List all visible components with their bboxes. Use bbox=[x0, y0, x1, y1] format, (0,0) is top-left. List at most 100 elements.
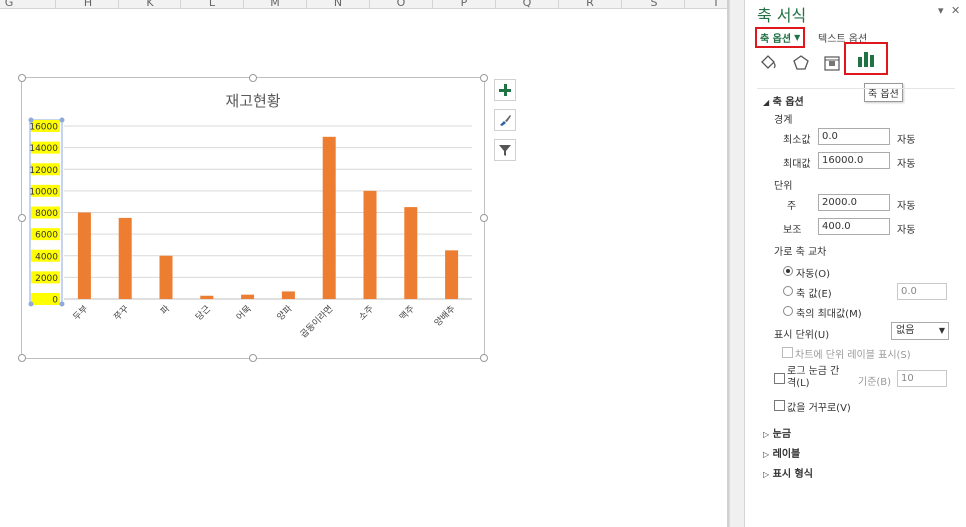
reverse-checkbox[interactable] bbox=[774, 400, 785, 411]
resize-handle[interactable] bbox=[480, 74, 488, 82]
col-divider bbox=[180, 0, 181, 8]
radio-axis-value[interactable] bbox=[783, 286, 793, 296]
section-number-format[interactable]: ▷ 표시 형식 bbox=[763, 465, 813, 480]
display-units-value: 없음 bbox=[896, 325, 915, 336]
radio-axis-max-label[interactable]: 축의 최대값(M) bbox=[796, 305, 862, 320]
col-n[interactable]: N bbox=[308, 0, 368, 8]
y-tick-label: 6000 bbox=[35, 231, 58, 241]
col-divider bbox=[369, 0, 370, 8]
display-units-select[interactable]: 없음 ▼ bbox=[891, 322, 949, 340]
max-auto[interactable]: 자동 bbox=[897, 155, 915, 170]
chart-styles-button[interactable] bbox=[494, 109, 516, 131]
fill-line-tab[interactable] bbox=[757, 52, 779, 74]
bar bbox=[118, 217, 132, 299]
col-divider bbox=[55, 0, 56, 8]
filter-icon bbox=[499, 145, 511, 156]
col-divider bbox=[621, 0, 622, 8]
expand-triangle-icon: ▷ bbox=[763, 470, 770, 479]
resize-handle[interactable] bbox=[480, 214, 488, 222]
section-tick-marks[interactable]: ▷ 눈금 bbox=[763, 425, 791, 440]
minor-input[interactable]: 400.0 bbox=[818, 218, 890, 235]
paint-bucket-icon bbox=[761, 55, 776, 69]
radio-auto[interactable] bbox=[783, 266, 793, 276]
chart-area[interactable]: 재고현황 0 2000 4000 6000 8000 10000 12000 14000 160… bbox=[18, 74, 488, 362]
reverse-label[interactable]: 값을 거꾸로(V) bbox=[787, 399, 851, 414]
min-input[interactable]: 0.0 bbox=[818, 128, 890, 145]
radio-axis-max[interactable] bbox=[783, 306, 793, 316]
pane-options-icon[interactable]: ▾ bbox=[938, 4, 944, 17]
min-auto[interactable]: 자동 bbox=[897, 131, 915, 146]
bar bbox=[281, 291, 295, 299]
col-q[interactable]: Q bbox=[497, 0, 557, 8]
log-base-input[interactable]: 10 bbox=[897, 370, 947, 387]
axis-selection-handle bbox=[28, 301, 34, 307]
divider bbox=[757, 88, 955, 89]
bar bbox=[445, 250, 459, 299]
major-auto[interactable]: 자동 bbox=[897, 197, 915, 212]
resize-handle[interactable] bbox=[480, 354, 488, 362]
y-tick-label: 16000 bbox=[29, 123, 58, 133]
col-g[interactable]: G bbox=[0, 0, 39, 8]
x-tick-label: 쭈꾸 bbox=[112, 303, 131, 322]
y-tick-label: 14000 bbox=[29, 144, 58, 154]
tab-axis-options[interactable]: 축 옵션 ▼ bbox=[755, 27, 806, 48]
size-properties-tab[interactable] bbox=[821, 52, 843, 74]
bar bbox=[200, 295, 214, 299]
log-scale-checkbox[interactable] bbox=[774, 373, 785, 384]
axis-value-input[interactable]: 0.0 bbox=[897, 283, 947, 300]
brush-icon bbox=[500, 115, 511, 126]
col-h[interactable]: H bbox=[58, 0, 118, 8]
section-labels[interactable]: ▷ 레이블 bbox=[763, 445, 800, 460]
col-divider bbox=[495, 0, 496, 8]
resize-handle[interactable] bbox=[249, 354, 257, 362]
chart-filters-button[interactable] bbox=[494, 139, 516, 161]
close-icon[interactable]: ✕ bbox=[951, 4, 960, 17]
minor-label: 보조 bbox=[783, 225, 802, 236]
x-tick-label: 소주 bbox=[357, 303, 376, 322]
col-o[interactable]: O bbox=[371, 0, 431, 8]
show-units-label-checkbox[interactable] bbox=[782, 347, 793, 358]
expand-triangle-icon: ▷ bbox=[763, 430, 770, 439]
max-label: 최대값 bbox=[783, 159, 811, 170]
radio-axis-value-label[interactable]: 축 값(E) bbox=[796, 285, 832, 300]
section-axis-options[interactable]: ◢ 축 옵션 bbox=[763, 93, 804, 108]
max-input[interactable]: 16000.0 bbox=[818, 152, 890, 169]
minor-auto[interactable]: 자동 bbox=[897, 221, 915, 236]
min-label: 최소값 bbox=[783, 135, 811, 146]
resize-handle[interactable] bbox=[18, 74, 26, 82]
section-labels-label: 레이블 bbox=[772, 449, 801, 460]
col-m[interactable]: M bbox=[245, 0, 305, 8]
chart-elements-button[interactable] bbox=[494, 79, 516, 101]
col-r[interactable]: R bbox=[560, 0, 620, 8]
resize-handle[interactable] bbox=[249, 74, 257, 82]
col-p[interactable]: P bbox=[434, 0, 494, 8]
display-units-label: 표시 단위(U) bbox=[774, 330, 830, 341]
chevron-down-icon: ▼ bbox=[794, 33, 801, 42]
vertical-scrollbar[interactable] bbox=[729, 0, 744, 527]
resize-handle[interactable] bbox=[18, 354, 26, 362]
show-units-label-text[interactable]: 차트에 단위 레이블 표시(S) bbox=[795, 346, 911, 361]
y-tick-label: 12000 bbox=[29, 166, 58, 176]
bar bbox=[241, 294, 255, 299]
col-s[interactable]: S bbox=[624, 0, 684, 8]
axis-selection-handle bbox=[59, 117, 65, 123]
log-scale-label[interactable]: 로그 눈금 간격(L) bbox=[787, 366, 845, 390]
section-axis-options-label: 축 옵션 bbox=[772, 97, 804, 108]
bar bbox=[322, 136, 336, 299]
col-k[interactable]: K bbox=[120, 0, 180, 8]
column-header-bar: G H K L M N O P Q R S T bbox=[0, 0, 729, 9]
resize-handle[interactable] bbox=[18, 214, 26, 222]
column-chart[interactable]: 0 2000 4000 6000 8000 10000 12000 14000 16000 두부 쭈… bbox=[22, 78, 484, 358]
plus-icon bbox=[499, 84, 511, 96]
radio-auto-label[interactable]: 자동(O) bbox=[796, 265, 830, 280]
effects-tab[interactable] bbox=[790, 52, 812, 74]
bar bbox=[77, 212, 91, 299]
axis-options-tab[interactable] bbox=[844, 42, 888, 75]
col-divider bbox=[684, 0, 685, 8]
col-t[interactable]: T bbox=[686, 0, 729, 8]
y-tick-label: 2000 bbox=[35, 274, 58, 284]
col-l[interactable]: L bbox=[182, 0, 242, 8]
major-input[interactable]: 2000.0 bbox=[818, 194, 890, 211]
col-divider bbox=[243, 0, 244, 8]
y-tick-label: 8000 bbox=[35, 209, 58, 219]
